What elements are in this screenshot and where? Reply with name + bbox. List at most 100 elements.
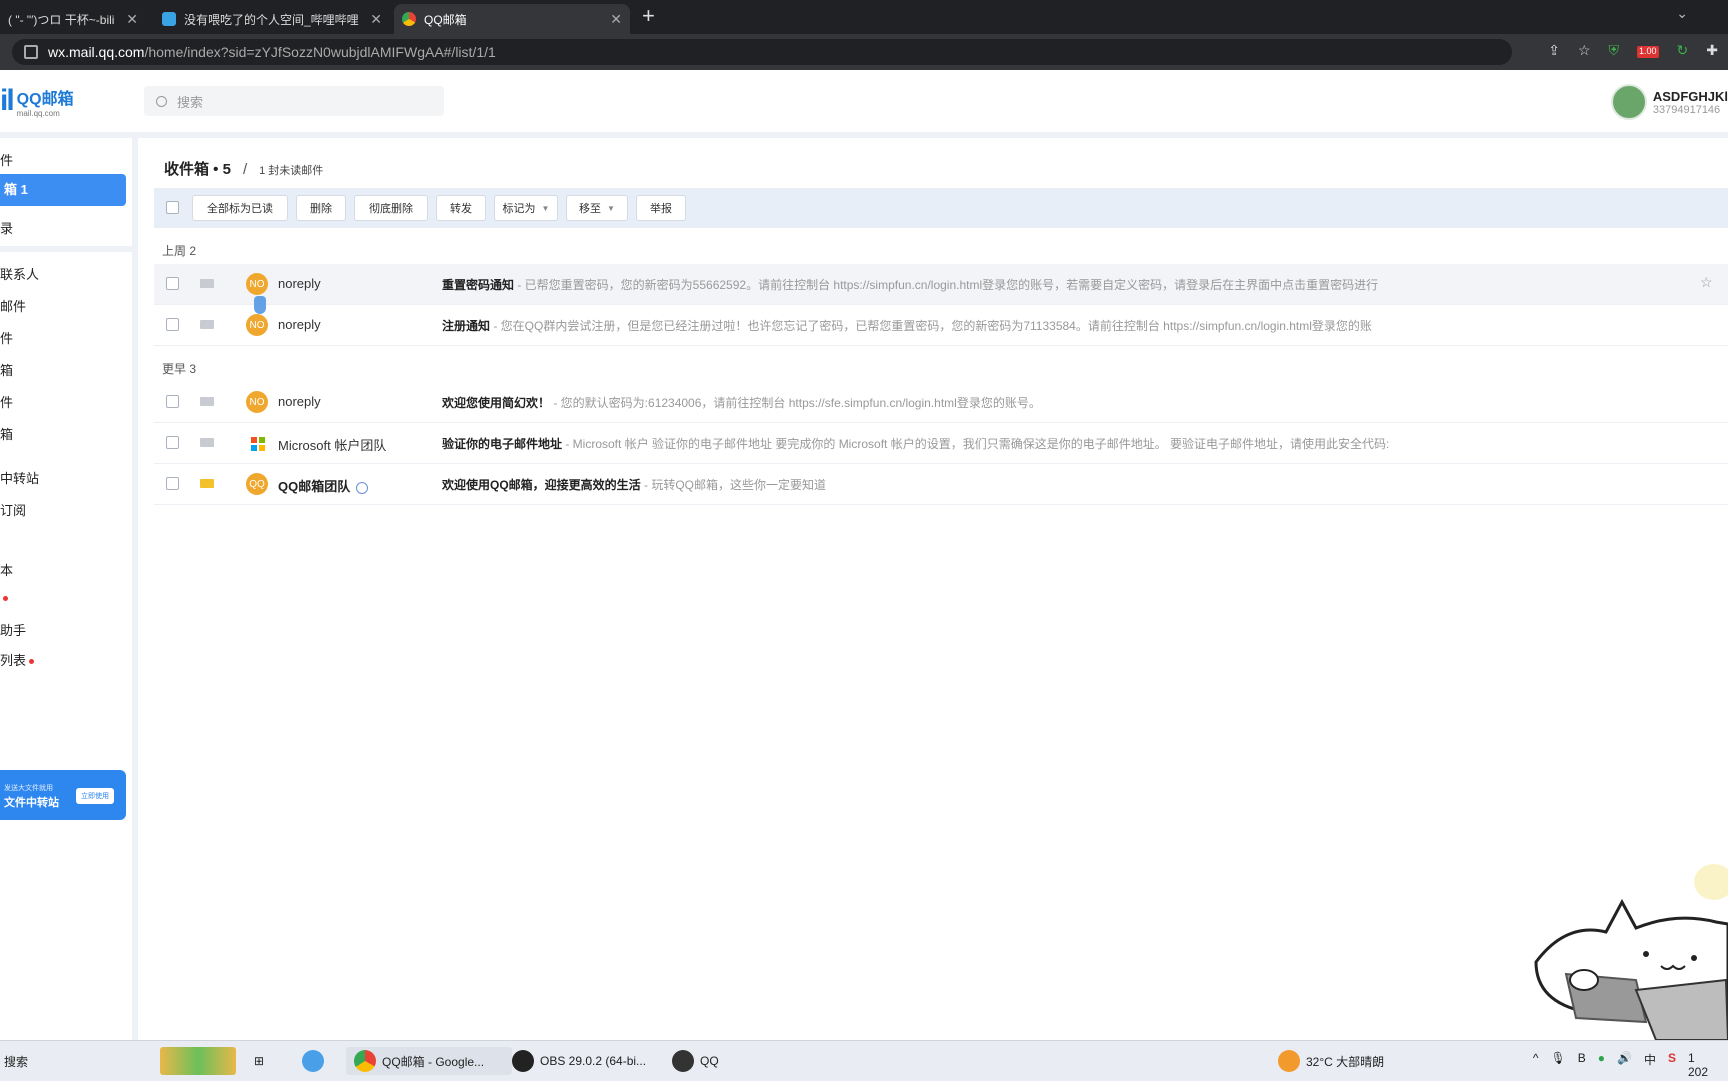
sidebar-item-spam[interactable]: 箱 <box>0 424 13 443</box>
row-checkbox[interactable] <box>166 318 179 331</box>
qqmail-logo[interactable]: il QQ邮箱 mail.qq.com <box>0 84 74 118</box>
sidebar-item-reddot[interactable] <box>0 590 8 605</box>
mail-row[interactable]: NO noreply 重置密码通知 - 已帮您重置密码，您的新密码为556625… <box>154 264 1728 305</box>
system-tray: ^ 🎙 B ● 🔊 中 S 1 202 <box>1533 1051 1708 1079</box>
page-title: 收件箱 • 5 / 1 封未读邮件 <box>164 161 324 178</box>
close-tab-icon[interactable]: ✕ <box>610 11 622 28</box>
taskbar-app-chrome[interactable]: QQ邮箱 - Google... <box>346 1047 512 1075</box>
taskbar-app-obs[interactable]: OBS 29.0.2 (64-bi... <box>512 1047 662 1075</box>
sidebar-divider <box>0 246 132 252</box>
search-icon <box>156 95 167 107</box>
refresh-extension-icon[interactable]: ↻ <box>1677 42 1689 59</box>
close-tab-icon[interactable]: ✕ <box>370 11 382 28</box>
address-bar[interactable]: wx.mail.qq.com/home/index?sid=zYJfSozzN0… <box>12 39 1512 65</box>
browser-tab-strip: ( "- "′)つロ 干杯~-bili ✕ 没有喂吃了的个人空间_哔哩哔哩 ✕ … <box>0 0 1728 34</box>
mail-subject: 验证你的电子邮件地址 <box>442 437 563 451</box>
row-checkbox[interactable] <box>166 277 179 290</box>
microphone-icon[interactable]: 🎙 <box>1550 1051 1565 1079</box>
mail-row[interactable]: QQ QQ邮箱团队 欢迎使用QQ邮箱，迎接更高效的生活 - 玩转QQ邮箱，这些你… <box>154 464 1728 505</box>
mail-preview: - 您的默认密码为:61234006，请前往控制台 https://sfe.si… <box>550 396 1041 410</box>
row-checkbox[interactable] <box>166 436 179 449</box>
sidebar-item-contacts-book[interactable]: 录 <box>0 218 13 237</box>
share-icon[interactable]: ⇪ <box>1548 42 1560 59</box>
mail-subject: 欢迎您使用简幻欢！ <box>442 396 551 410</box>
wechat-icon[interactable]: ● <box>1598 1051 1605 1079</box>
tray-app-icon[interactable]: B <box>1578 1051 1586 1079</box>
move-to-dropdown[interactable]: 移至 ▼ <box>566 195 628 221</box>
sidebar-item-star-mail[interactable]: 邮件 <box>0 296 26 315</box>
volume-icon[interactable]: 🔊 <box>1617 1051 1632 1079</box>
mark-as-dropdown[interactable]: 标记为 ▼ <box>494 195 558 221</box>
star-icon[interactable]: ☆ <box>1700 274 1713 291</box>
bilibili-icon <box>162 12 176 26</box>
mail-row[interactable]: Microsoft 帐户团队 验证你的电子邮件地址 - Microsoft 帐户… <box>154 423 1728 464</box>
sidebar-item-assistant[interactable]: 助手 <box>0 620 26 639</box>
bookmark-star-icon[interactable]: ☆ <box>1578 42 1591 59</box>
sidebar-item-sent[interactable]: 箱 <box>0 360 13 379</box>
sender-name: QQ邮箱团队 <box>278 476 369 495</box>
task-view-icon[interactable]: ⊞ <box>254 1047 264 1075</box>
caret-down-icon: ▼ <box>541 203 550 213</box>
extension-badge[interactable]: 1.00 <box>1637 46 1659 58</box>
user-menu[interactable]: ASDFGHJKl 33794917146 <box>1610 84 1728 120</box>
forward-button[interactable]: 转发 <box>436 195 486 221</box>
mark-all-read-button[interactable]: 全部标为已读 <box>192 195 288 221</box>
browser-app-icon[interactable] <box>302 1047 330 1075</box>
sidebar-item-notes[interactable]: 本 <box>0 560 13 579</box>
sidebar: 件 箱 1 录 联系人 邮件 件 箱 件 箱 中转站 订阅 本 助手 列表 发送… <box>0 138 138 1040</box>
chrome-icon <box>402 12 416 26</box>
sidebar-item-inbox[interactable]: 箱 1 <box>0 174 126 206</box>
report-button[interactable]: 举报 <box>636 195 686 221</box>
bongo-cat-overlay <box>1534 864 1728 1040</box>
sidebar-item-list[interactable]: 列表 <box>0 650 35 669</box>
mail-preview: - 玩转QQ邮箱，这些你一定要知道 <box>640 478 827 492</box>
sidebar-item-star-contacts[interactable]: 联系人 <box>0 264 39 283</box>
sidebar-item-transfer[interactable]: 中转站 <box>0 468 39 487</box>
sidebar-item-compose[interactable]: 件 <box>0 150 13 169</box>
sender-name: noreply <box>278 394 321 409</box>
clock[interactable]: 1 202 <box>1688 1051 1708 1079</box>
mail-subject: 注册通知 <box>442 319 491 333</box>
delete-forever-button[interactable]: 彻底删除 <box>354 195 428 221</box>
notification-dot <box>3 596 8 602</box>
sidebar-item-drafts[interactable]: 件 <box>0 328 13 347</box>
weather-widget[interactable]: 32°C 大部晴朗 <box>1278 1047 1384 1075</box>
sogou-icon[interactable]: S <box>1668 1051 1676 1079</box>
taskbar-app-qq[interactable]: QQ <box>672 1047 719 1075</box>
mail-row[interactable]: NO noreply 注册通知 - 您在QQ群内尝试注册，但是您已经注册过啦！也… <box>154 305 1728 346</box>
shield-extension-icon[interactable]: ⛨ <box>1609 42 1620 59</box>
select-all-checkbox[interactable] <box>166 201 179 214</box>
close-tab-icon[interactable]: ✕ <box>126 11 138 28</box>
use-now-button[interactable]: 立即使用 <box>76 788 114 804</box>
new-tab-button[interactable]: + <box>642 3 655 29</box>
extension-icons: ⇪ ☆ ⛨ 1.00 ↻ ✚ <box>1548 42 1718 59</box>
chrome-icon <box>354 1050 376 1072</box>
browser-tab-qqmail[interactable]: QQ邮箱 ✕ <box>394 4 630 34</box>
mail-subject: 重置密码通知 <box>442 278 515 292</box>
tab-search-chevron-icon[interactable]: ⌄ <box>1676 5 1688 22</box>
sidebar-item-deleted[interactable]: 件 <box>0 392 13 411</box>
row-checkbox[interactable] <box>166 395 179 408</box>
puzzle-icon[interactable]: ✚ <box>1706 42 1718 59</box>
sender-avatar: QQ <box>246 473 268 495</box>
qq-penguin-icon <box>672 1050 694 1072</box>
tray-chevron-up-icon[interactable]: ^ <box>1533 1051 1539 1079</box>
file-transfer-banner[interactable]: 发送大文件就用 文件中转站 立即使用 <box>0 770 126 820</box>
mail-row[interactable]: NO noreply 欢迎您使用简幻欢！ - 您的默认密码为:61234006，… <box>154 382 1728 423</box>
taskbar-search[interactable]: 搜索 <box>4 1047 28 1075</box>
browser-toolbar: wx.mail.qq.com/home/index?sid=zYJfSozzN0… <box>0 34 1728 70</box>
browser-tab-bilibili[interactable]: ( "- "′)つロ 干杯~-bili ✕ <box>0 4 146 34</box>
obs-icon <box>512 1050 534 1072</box>
row-checkbox[interactable] <box>166 477 179 490</box>
caret-down-icon: ▼ <box>607 203 615 213</box>
sender-avatar: NO <box>246 273 268 295</box>
delete-button[interactable]: 删除 <box>296 195 346 221</box>
avatar[interactable] <box>1610 84 1647 120</box>
browser-tab-space[interactable]: 没有喂吃了的个人空间_哔哩哔哩 ✕ <box>154 4 390 34</box>
ime-indicator[interactable]: 中 <box>1644 1051 1656 1079</box>
group-label-last-week: 上周 2 <box>162 244 197 258</box>
sidebar-item-subscriptions[interactable]: 订阅 <box>0 500 26 519</box>
taskbar-widget-image[interactable] <box>160 1047 236 1075</box>
unread-count[interactable]: 1 封未读邮件 <box>259 162 323 178</box>
search-input[interactable]: 搜索 <box>144 86 444 116</box>
